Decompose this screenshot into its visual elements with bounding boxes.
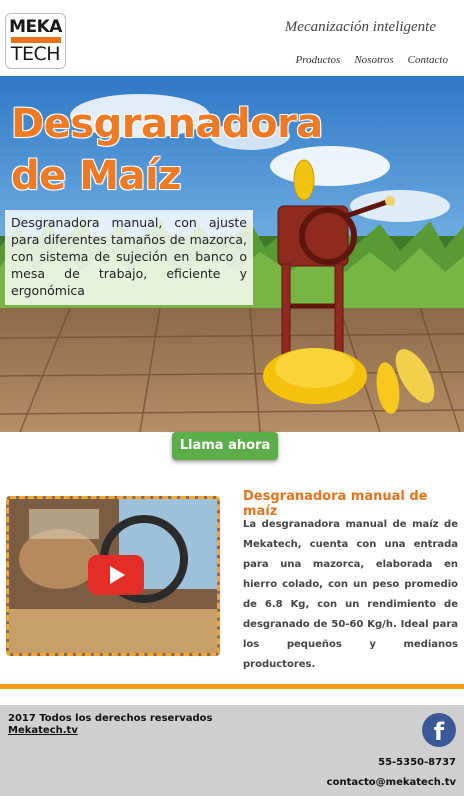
hero-title: Desgranadora de Maíz (11, 98, 323, 202)
footer-divider (0, 684, 464, 689)
hero-title-line1: Desgranadora (11, 101, 323, 147)
logo-text-top: MEKA (9, 17, 62, 37)
main-nav: Productos Nosotros Contacto (296, 54, 448, 66)
hero-title-line2: de Maíz (11, 153, 181, 199)
site-header: MEKA TECH Mecanización inteligente Produ… (0, 0, 464, 76)
hero-description: Desgranadora manual, con ajuste para dif… (5, 210, 253, 305)
copyright-text: 2017 Todos los derechos reservados (8, 713, 213, 724)
site-footer: 2017 Todos los derechos reservados Mekat… (0, 705, 464, 796)
nav-nosotros[interactable]: Nosotros (354, 54, 393, 66)
nav-productos[interactable]: Productos (296, 54, 341, 66)
call-now-button[interactable]: Llama ahora (172, 432, 278, 460)
site-link[interactable]: Mekatech.tv (8, 725, 213, 737)
product-description: La desgranadora manual de maíz de Mekate… (243, 519, 458, 670)
phone-number: 55-5350-8737 (378, 757, 456, 768)
hero-banner: Desgranadora de Maíz Desgranadora manual… (0, 76, 464, 432)
logo-text-bottom: TECH (10, 43, 61, 65)
nav-contacto[interactable]: Contacto (408, 54, 448, 66)
product-video[interactable] (6, 496, 220, 656)
mekatech-logo[interactable]: MEKA TECH (5, 13, 66, 69)
footer-copyright: 2017 Todos los derechos reservados Mekat… (8, 713, 213, 737)
tagline: Mecanización inteligente (284, 19, 436, 35)
youtube-play-icon[interactable] (88, 555, 144, 595)
email-address[interactable]: contacto@mekatech.tv (327, 777, 456, 788)
facebook-icon[interactable]: f (422, 713, 456, 747)
